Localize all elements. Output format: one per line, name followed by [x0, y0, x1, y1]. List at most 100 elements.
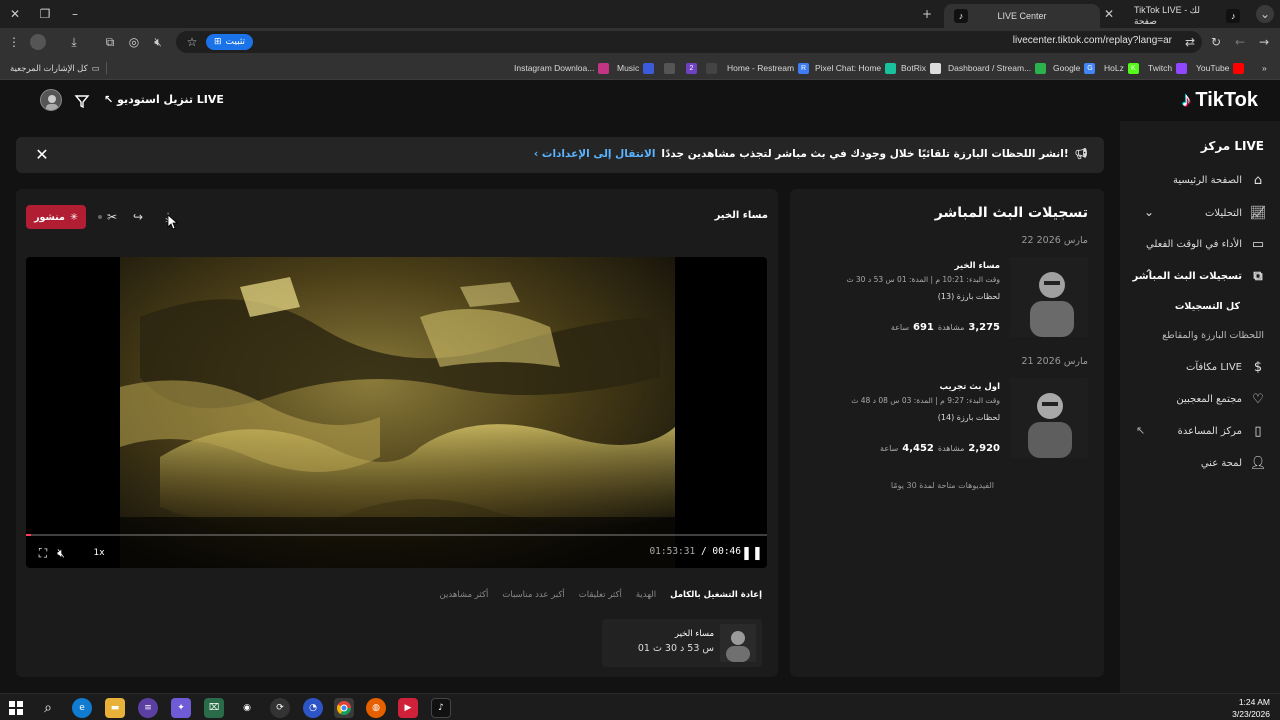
- filter-tab-gifts[interactable]: الهدية: [636, 590, 656, 600]
- avatar-image-icon: [46, 95, 58, 110]
- close-tab-icon[interactable]: ✕: [1100, 5, 1118, 23]
- close-window-icon[interactable]: ✕: [6, 5, 24, 23]
- tab-search-icon[interactable]: ⌄: [1256, 5, 1274, 23]
- chrome-icon[interactable]: [334, 698, 354, 718]
- file-explorer-icon[interactable]: ▬: [105, 698, 125, 718]
- volume-muted-icon[interactable]: 🔇︎: [52, 544, 70, 562]
- sidebar-sub-all-recordings[interactable]: كل التسجيلات: [1175, 301, 1240, 312]
- forward-icon[interactable]: ←: [1232, 34, 1248, 50]
- download-studio-link[interactable]: ↖ تنزيل استوديو LIVE: [104, 93, 224, 106]
- bookmark-item[interactable]: BotRix: [901, 61, 942, 75]
- fullscreen-icon[interactable]: ⛶: [34, 544, 52, 562]
- install-app-button[interactable]: ⊞ تثبيت: [206, 34, 254, 50]
- help-icon: ▯: [1254, 423, 1262, 439]
- windows-start-icon[interactable]: [6, 698, 26, 718]
- avatar[interactable]: [40, 89, 62, 111]
- sidebar-item-rewards[interactable]: مكافآت LIVE $: [1186, 357, 1266, 377]
- tab-live-center[interactable]: ♪ LIVE Center: [944, 4, 1100, 28]
- divider: [106, 62, 107, 74]
- filter-tab-most-viewers[interactable]: أكثر مشاهدين: [440, 590, 489, 600]
- tiktok-logo[interactable]: ♪ TikTok: [1181, 89, 1258, 112]
- address-bar[interactable]: ☆ ⊞ تثبيت livecenter.tiktok.com/replay?l…: [176, 31, 1202, 53]
- bookmark-item[interactable]: Google G: [1053, 61, 1096, 75]
- youtube-icon: [1233, 62, 1245, 74]
- back-icon[interactable]: →: [1256, 34, 1272, 50]
- recording-item[interactable]: مساء الخير وقت البدء: 10:21 م | المدة: 0…: [802, 257, 1092, 339]
- recording-item[interactable]: اول بث تجريب وقت البدء: 9:27 م | المدة: …: [802, 378, 1092, 460]
- all-bookmarks-button[interactable]: كل الإشارات المرجعية ▭: [10, 61, 100, 75]
- profile-avatar-icon[interactable]: [30, 34, 46, 50]
- bookmark-item[interactable]: Twitch: [1148, 61, 1188, 75]
- app-icon[interactable]: ⟳: [270, 698, 290, 718]
- filter-tab-most-occasions[interactable]: أكبر عدد مناسبات: [502, 590, 564, 600]
- scissors-icon[interactable]: ✂: [104, 209, 120, 225]
- app-icon[interactable]: ≡: [138, 698, 158, 718]
- more-bookmarks-icon[interactable]: »: [1262, 61, 1267, 75]
- filter-tab-full-replay[interactable]: إعادة التشغيل بالكامل: [670, 590, 762, 600]
- folder-icon: ▭: [91, 62, 100, 73]
- video-controls: ⛶ 🔇︎ 1x 01:53:31 / 00:46 ❚❚: [26, 538, 767, 568]
- auto-highlights-banner: ✕ ‹ الانتقال إلى الإعدادات انشر اللحظات …: [16, 137, 1104, 173]
- chevron-down-icon[interactable]: ⌄: [1144, 205, 1154, 219]
- sidebar-item-help[interactable]: مركز المساعدة ▯: [1178, 421, 1266, 441]
- restream-icon: R: [798, 62, 810, 74]
- copilot-icon[interactable]: ✦: [171, 698, 191, 718]
- bookmark-star-icon[interactable]: ☆: [184, 34, 200, 50]
- recording-highlights[interactable]: لحظات بارزة (14): [938, 413, 1000, 422]
- obs-icon[interactable]: ◉: [237, 698, 257, 718]
- bookmark-item[interactable]: HoLz K: [1104, 61, 1139, 75]
- site-settings-icon[interactable]: ⇄: [1182, 34, 1198, 50]
- bookmark-item[interactable]: [664, 61, 675, 75]
- restore-window-icon[interactable]: ❐: [36, 5, 54, 23]
- bookmark-item[interactable]: YouTube: [1196, 61, 1245, 75]
- tiktok-app-icon[interactable]: ♪: [431, 698, 451, 718]
- firefox-icon[interactable]: ◍: [366, 698, 386, 718]
- recording-highlights[interactable]: لحظات بارزة (13): [938, 292, 1000, 301]
- chevron-up-icon[interactable]: ⌃: [1144, 267, 1154, 281]
- progress-fill: [26, 534, 32, 536]
- sidebar-item-home[interactable]: الصفحة الرئيسية ⌂: [1173, 170, 1266, 190]
- sidebar-sub-highlights[interactable]: اللحظات البارزة والمقاطع: [1162, 330, 1264, 341]
- pause-icon[interactable]: ❚❚: [741, 544, 763, 562]
- system-clock[interactable]: 1:24 AM 3/23/2026: [1232, 696, 1270, 720]
- sidebar-item-profile[interactable]: لمحة عني 👤︎: [1201, 453, 1266, 473]
- new-tab-button[interactable]: +: [918, 5, 936, 23]
- bookmark-item[interactable]: 2: [686, 61, 697, 75]
- incognito-extension-icon[interactable]: ◎: [126, 34, 142, 50]
- app-icon[interactable]: ◔: [303, 698, 323, 718]
- bookmark-item[interactable]: Pixel Chat: Home: [815, 61, 897, 75]
- sparkle-icon: ✳: [69, 211, 78, 223]
- filter-tab-most-comments[interactable]: أكثر تعليقات: [579, 590, 622, 600]
- rewards-icon: $: [1253, 359, 1263, 375]
- bookmark-item[interactable]: Home - Restream R: [727, 61, 810, 75]
- bookmark-item[interactable]: [706, 61, 717, 75]
- bookmark-item[interactable]: Instagram Downloa...: [514, 61, 610, 75]
- filter-icon[interactable]: [74, 93, 90, 109]
- edge-icon[interactable]: e: [72, 698, 92, 718]
- moment-card[interactable]: مساء الخير 01 س 53 د 30 ث: [602, 619, 762, 667]
- bookmark-item[interactable]: Music: [617, 61, 655, 75]
- close-banner-icon[interactable]: ✕: [32, 144, 52, 164]
- sidebar-item-realtime[interactable]: الأداء في الوقت الفعلي ▭: [1146, 234, 1266, 254]
- mute-tab-icon[interactable]: 🔇︎: [150, 34, 166, 50]
- share-icon[interactable]: ↪: [130, 209, 146, 225]
- banner-settings-link[interactable]: ‹ الانتقال إلى الإعدادات: [534, 148, 656, 160]
- tab-tiktok-live[interactable]: TikTok LIVE لك - صفحة ♪: [1124, 4, 1250, 28]
- bookmark-item[interactable]: Dashboard / Stream...: [948, 61, 1047, 75]
- recording-meta: وقت البدء: 9:27 م | المدة: 03 س 08 د 48 …: [851, 396, 1000, 405]
- app-icon[interactable]: ▶: [398, 698, 418, 718]
- publish-button[interactable]: منشور ✳: [26, 205, 86, 229]
- terminal-icon[interactable]: ⌧: [204, 698, 224, 718]
- sidebar-item-fans[interactable]: مجتمع المعجبين ♡: [1176, 389, 1266, 409]
- extensions-icon[interactable]: ⧉: [102, 34, 118, 50]
- instagram-icon: [598, 62, 610, 74]
- search-icon[interactable]: ⌕: [38, 698, 58, 718]
- minimize-window-icon[interactable]: –: [66, 5, 84, 23]
- menu-icon[interactable]: ⋮: [6, 34, 22, 50]
- reload-icon[interactable]: ↻: [1208, 34, 1224, 50]
- sidebar-item-analytics[interactable]: التحليلات 📈︎: [1205, 203, 1266, 223]
- playback-speed[interactable]: 1x: [88, 544, 110, 562]
- download-icon[interactable]: ⤓: [66, 34, 82, 50]
- progress-bar[interactable]: [26, 534, 767, 536]
- video-player[interactable]: ⛶ 🔇︎ 1x 01:53:31 / 00:46 ❚❚: [26, 257, 767, 568]
